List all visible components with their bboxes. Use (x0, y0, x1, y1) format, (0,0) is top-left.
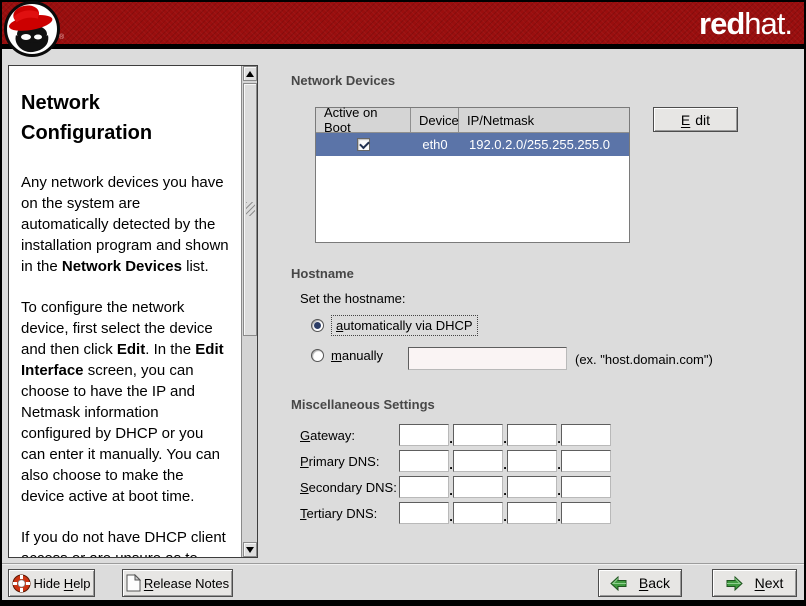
redhat-wordmark: redhat. (699, 6, 792, 42)
primary-dns-octet-3[interactable] (507, 450, 557, 472)
gateway-label: Gateway: (300, 428, 399, 443)
help-paragraph: Any network devices you have on the syst… (21, 172, 231, 277)
help-scrollbar[interactable] (241, 66, 257, 557)
tertiary-dns-octet-3[interactable] (507, 502, 557, 524)
primary-dns-octet-4[interactable] (561, 450, 611, 472)
next-label: Next (755, 575, 784, 591)
registered-mark: ® (59, 34, 64, 41)
installer-window: ® redhat. Network Configuration Any netw… (0, 0, 806, 606)
gateway-octet-2[interactable] (453, 424, 503, 446)
primary-dns-octet-2[interactable] (453, 450, 503, 472)
help-paragraph: To configure the network device, first s… (21, 297, 231, 507)
column-header-device[interactable]: Device (411, 108, 459, 132)
gateway-octet-3[interactable] (507, 424, 557, 446)
secondary-dns-octet-2[interactable] (453, 476, 503, 498)
document-icon (126, 574, 141, 592)
active-on-boot-checkbox[interactable] (357, 138, 370, 151)
primary-dns-label: Primary DNS: (300, 454, 399, 469)
ip-netmask-cell: 192.0.2.0/255.255.255.0 (459, 137, 629, 152)
hostname-section-label: Hostname (291, 266, 354, 281)
edit-button[interactable]: Edit (653, 107, 738, 132)
arrow-down-icon (246, 547, 254, 553)
wordmark-red: red (699, 6, 744, 41)
footer-divider (2, 563, 804, 565)
column-header-ip-netmask[interactable]: IP/Netmask (459, 108, 629, 132)
gateway-row: Gateway: ... (300, 424, 611, 446)
scroll-down-button[interactable] (243, 542, 257, 557)
help-paragraphs: Any network devices you have on the syst… (21, 172, 231, 557)
tertiary-dns-label: Tertiary DNS: (300, 506, 399, 521)
hostname-manual-option[interactable]: manually (311, 348, 383, 363)
hostname-input[interactable] (408, 347, 567, 370)
arrow-left-icon (610, 576, 627, 591)
hide-help-label: Hide Help (33, 576, 90, 591)
secondary-dns-octet-4[interactable] (561, 476, 611, 498)
radio-selected-icon[interactable] (311, 319, 324, 332)
help-text: Network Configuration Any network device… (9, 66, 241, 557)
primary-dns-octet-1[interactable] (399, 450, 449, 472)
help-title: Network Configuration (21, 88, 191, 148)
network-devices-table: Active on Boot Device IP/Netmask eth0 19… (315, 107, 630, 243)
secondary-dns-row: Secondary DNS: ... (300, 476, 611, 498)
radio-unselected-icon[interactable] (311, 349, 324, 362)
release-notes-button[interactable]: Release Notes (122, 569, 233, 597)
scrollbar-grip-icon (246, 202, 255, 216)
release-notes-label: Release Notes (144, 576, 229, 591)
arrow-right-icon (726, 576, 743, 591)
tertiary-dns-row: Tertiary DNS: ... (300, 502, 611, 524)
redhat-shadowman-logo-icon (4, 1, 60, 57)
hostname-auto-label[interactable]: automatically via DHCP (331, 315, 478, 336)
wordmark-hat: hat. (744, 6, 792, 41)
table-header-row: Active on Boot Device IP/Netmask (316, 108, 629, 133)
scrollbar-thumb[interactable] (243, 83, 257, 336)
hide-help-button[interactable]: Hide Help (8, 569, 95, 597)
network-devices-section-label: Network Devices (291, 73, 395, 88)
secondary-dns-octet-1[interactable] (399, 476, 449, 498)
misc-settings-rows: Gateway: ... Primary DNS: ... Secondary … (300, 424, 611, 528)
scroll-up-button[interactable] (243, 66, 257, 81)
table-row[interactable]: eth0 192.0.2.0/255.255.255.0 (316, 133, 629, 156)
set-hostname-prompt: Set the hostname: (300, 291, 406, 306)
help-paragraph: If you do not have DHCP client access or… (21, 527, 231, 557)
hostname-hint: (ex. "host.domain.com") (575, 352, 713, 367)
primary-dns-row: Primary DNS: ... (300, 450, 611, 472)
hostname-auto-option[interactable]: automatically via DHCP (311, 315, 478, 336)
next-button[interactable]: Next (712, 569, 797, 597)
tertiary-dns-octet-1[interactable] (399, 502, 449, 524)
column-header-active-on-boot[interactable]: Active on Boot (316, 108, 411, 132)
header-bar (2, 2, 804, 44)
gateway-octet-1[interactable] (399, 424, 449, 446)
misc-settings-section-label: Miscellaneous Settings (291, 397, 435, 412)
hostname-manual-label[interactable]: manually (331, 348, 383, 363)
back-button[interactable]: Back (598, 569, 682, 597)
gateway-octet-4[interactable] (561, 424, 611, 446)
secondary-dns-label: Secondary DNS: (300, 480, 399, 495)
tertiary-dns-octet-4[interactable] (561, 502, 611, 524)
life-preserver-icon (12, 574, 31, 593)
help-panel: Network Configuration Any network device… (8, 65, 258, 558)
tertiary-dns-octet-2[interactable] (453, 502, 503, 524)
secondary-dns-octet-3[interactable] (507, 476, 557, 498)
back-label: Back (639, 575, 670, 591)
arrow-up-icon (246, 71, 254, 77)
device-cell: eth0 (411, 137, 459, 152)
